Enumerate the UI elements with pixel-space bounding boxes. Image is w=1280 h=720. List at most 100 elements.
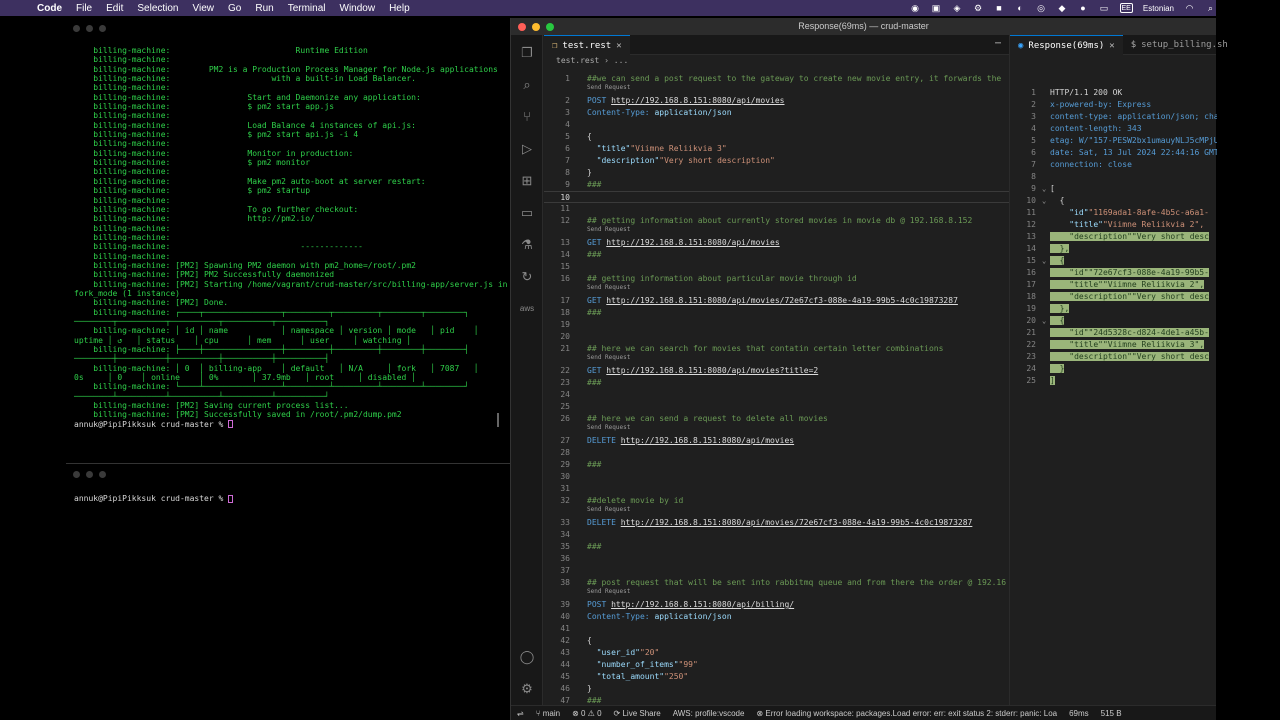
testing-icon[interactable]: ⚗ (517, 235, 537, 255)
minimize-button[interactable] (86, 471, 93, 478)
problems-status[interactable]: ⊗ 0 ⚠ 0 (566, 709, 607, 718)
menu-edit[interactable]: Edit (99, 3, 130, 14)
response-line[interactable]: 2 x-powered-by: Express (1010, 99, 1217, 111)
response-line[interactable]: 22 "title""Viimne Reliikvia 3", (1010, 339, 1217, 351)
square-icon[interactable]: ■ (994, 3, 1005, 13)
response-line[interactable]: 21 "id""24d5328c-d824-4de1-a45b- (1010, 327, 1217, 339)
code-line[interactable]: 28 (544, 447, 1009, 459)
close-icon[interactable]: ✕ (1109, 41, 1114, 51)
code-line[interactable]: 34 (544, 529, 1009, 541)
extensions-icon[interactable]: ⊞ (517, 171, 537, 191)
code-line[interactable]: 8} (544, 167, 1009, 179)
code-line[interactable]: 17 GET http://192.168.8.151:8080/api/movi… (544, 295, 1009, 307)
response-line[interactable]: 16 "id""72e67cf3-088e-4a19-99b5- (1010, 267, 1217, 279)
code-line[interactable]: 40 Content-Type: application/json (544, 611, 1009, 623)
code-line[interactable]: 18 ### (544, 307, 1009, 319)
code-line[interactable]: 29 ### (544, 459, 1009, 471)
send-request-lens[interactable]: Send Request (587, 226, 630, 233)
response-line[interactable]: 13 "description""Very short desc (1010, 231, 1217, 243)
live-share-status[interactable]: ⟳ Live Share (608, 709, 667, 718)
menu-selection[interactable]: Selection (130, 3, 185, 14)
code-line[interactable]: 42 { (544, 635, 1009, 647)
code-line[interactable]: 7 "description""Very short description" (544, 155, 1009, 167)
menu-window[interactable]: Window (333, 3, 383, 14)
response-line[interactable]: 4 content-length: 343 (1010, 123, 1217, 135)
send-request-lens[interactable]: Send Request (587, 424, 630, 431)
code-editor[interactable]: 1 ##we can send a post request to the gat… (544, 69, 1009, 705)
branch-status[interactable]: ⑂ main (530, 709, 566, 718)
menu-run[interactable]: Run (248, 3, 280, 14)
search-icon[interactable]: ⌕ (517, 75, 537, 95)
request-url[interactable]: http://192.168.8.151:8080/api/movies (606, 238, 779, 247)
code-line[interactable]: 36 (544, 553, 1009, 565)
code-line[interactable]: 19 (544, 319, 1009, 331)
response-line[interactable]: 24 } (1010, 363, 1217, 375)
terminal-scrollbar[interactable] (497, 413, 499, 427)
status-app-icon[interactable]: ◆ (1057, 3, 1068, 13)
terminal-pane-bottom[interactable]: annuk@PipiPikksuk crud-master % (66, 463, 511, 720)
code-line[interactable]: 10 (544, 191, 1009, 203)
code-line[interactable]: 20 (544, 331, 1009, 343)
send-request-lens[interactable]: Send Request (587, 506, 630, 513)
code-line[interactable]: 3 Content-Type: application/json (544, 107, 1009, 119)
status-app-icon[interactable]: ◎ (1036, 3, 1047, 13)
close-icon[interactable]: ✕ (616, 41, 621, 51)
response-line[interactable]: 17 "title""Viimne Reliikvia 2", (1010, 279, 1217, 291)
code-line[interactable]: 43 "user_id""20" (544, 647, 1009, 659)
more-actions-icon[interactable]: ⋯ (995, 38, 1001, 49)
code-line[interactable]: 30 (544, 471, 1009, 483)
response-body[interactable]: 1 HTTP/1.1 200 OK 2 x-powered-by: Express 3 c… (1010, 87, 1217, 387)
code-line[interactable]: 44 "number_of_items""99" (544, 659, 1009, 671)
input-language-label[interactable]: Estonian (1143, 4, 1174, 13)
code-line[interactable]: 5{ (544, 131, 1009, 143)
response-line[interactable]: 3 content-type: application/json; cha (1010, 111, 1217, 123)
close-button[interactable] (73, 471, 80, 478)
zoom-button[interactable] (546, 23, 554, 31)
response-line[interactable]: 8 (1010, 171, 1217, 183)
code-line[interactable]: 41 (544, 623, 1009, 635)
response-line[interactable]: 19 }, (1010, 303, 1217, 315)
tab-test-rest[interactable]: ❐ test.rest ✕ (544, 35, 630, 55)
fold-chevron-icon[interactable]: ⌄ (1042, 183, 1050, 195)
code-line[interactable]: 45 "total_amount""250" (544, 671, 1009, 683)
response-line[interactable]: 20 ⌄ { (1010, 315, 1217, 327)
breadcrumb[interactable]: test.rest › ... (544, 55, 1009, 67)
response-line[interactable]: 25] (1010, 375, 1217, 387)
code-line[interactable]: 39 POST http://192.168.8.151:8080/api/bil… (544, 599, 1009, 611)
code-line[interactable]: 46} (544, 683, 1009, 695)
status-app-icon[interactable]: ● (1078, 3, 1089, 13)
vscode-icon[interactable]: ◈ (952, 3, 963, 13)
minimize-button[interactable] (86, 25, 93, 32)
fold-chevron-icon[interactable]: ⌄ (1042, 255, 1050, 267)
code-line[interactable]: 33 DELETE http://192.168.8.151:8080/api/m… (544, 517, 1009, 529)
battery-icon[interactable]: ▭ (1099, 3, 1110, 13)
workspace-error-status[interactable]: ⊗ Error loading workspace: packages.Load… (750, 709, 1063, 718)
explorer-icon[interactable]: ❐ (517, 43, 537, 63)
account-icon[interactable]: ◯ (517, 647, 537, 667)
response-line[interactable]: 10 ⌄ { (1010, 195, 1217, 207)
code-line[interactable]: 14 ### (544, 249, 1009, 261)
menu-terminal[interactable]: Terminal (281, 3, 333, 14)
request-url[interactable]: http://192.168.8.151:8080/api/movies/72e… (621, 518, 973, 527)
input-source-icon[interactable]: EE (1119, 3, 1133, 13)
response-line[interactable]: 18 "description""Very short desc (1010, 291, 1217, 303)
aws-icon[interactable]: aws (517, 299, 537, 319)
status-app-icon[interactable]: ⚙ (973, 3, 984, 13)
source-control-icon[interactable]: ⑂ (517, 107, 537, 127)
response-line[interactable]: 5 etag: W/"157-PESW2bx1umauyNLJ5cMPjU (1010, 135, 1217, 147)
response-line[interactable]: 9 ⌄[ (1010, 183, 1217, 195)
code-line[interactable]: 13 GET http://192.168.8.151:8080/api/movi… (544, 237, 1009, 249)
send-request-lens[interactable]: Send Request (587, 354, 630, 361)
code-line[interactable]: 27 DELETE http://192.168.8.151:8080/api/m… (544, 435, 1009, 447)
response-line[interactable]: 11 "id""1169ada1-8afe-4b5c-a6a1- (1010, 207, 1217, 219)
code-line[interactable]: 31 (544, 483, 1009, 495)
breadcrumb-file[interactable]: test.rest (556, 56, 599, 65)
response-line[interactable]: 23 "description""Very short desc (1010, 351, 1217, 363)
code-line[interactable]: 4 (544, 119, 1009, 131)
terminal-pane-top[interactable]: billing-machine: Runtime Edition billing… (66, 18, 511, 448)
close-button[interactable] (73, 25, 80, 32)
remote-icon[interactable]: ⇌ (511, 709, 530, 718)
code-line[interactable]: 25 (544, 401, 1009, 413)
close-button[interactable] (518, 23, 526, 31)
code-line[interactable]: 35 ### (544, 541, 1009, 553)
